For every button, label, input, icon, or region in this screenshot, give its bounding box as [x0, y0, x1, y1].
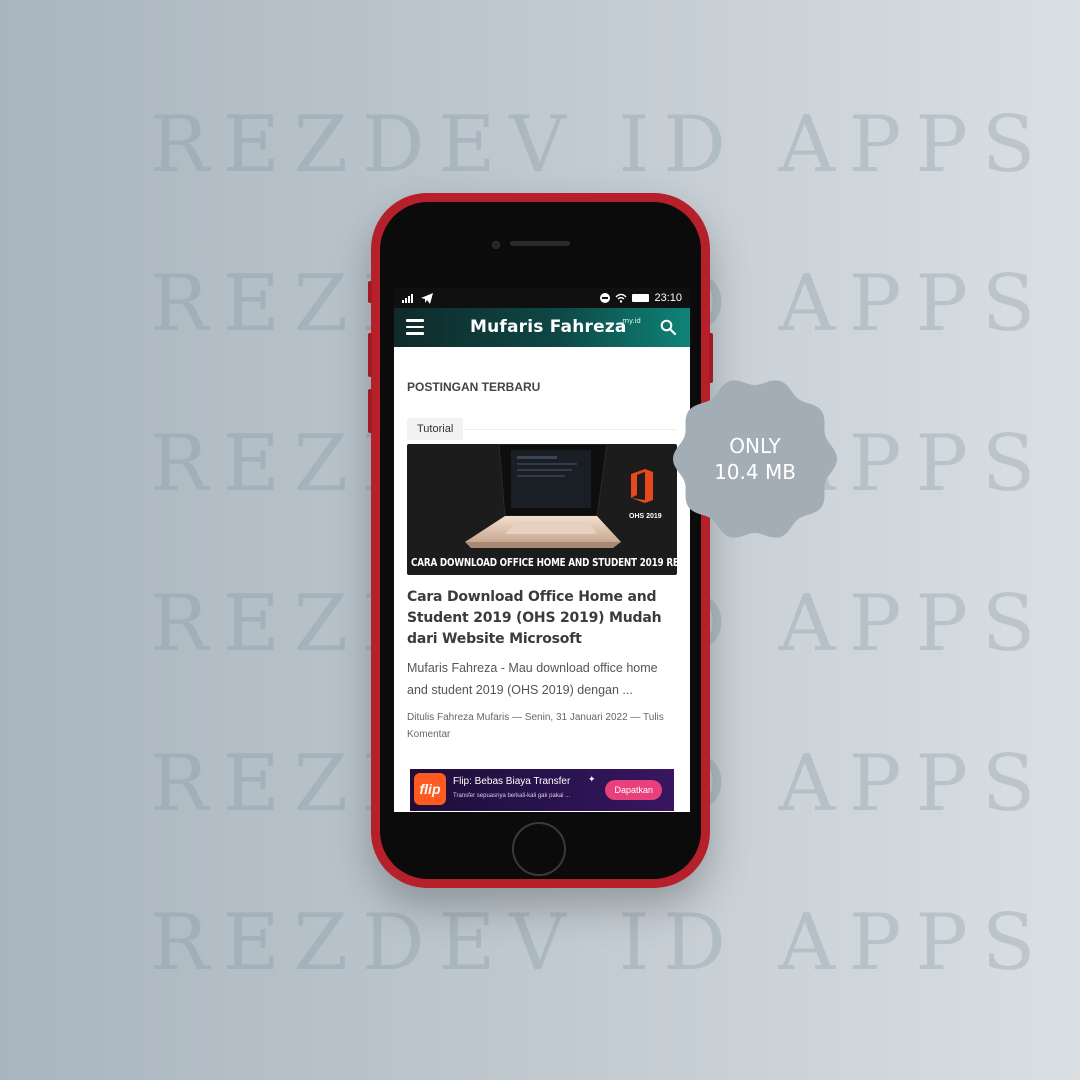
- wifi-icon: [616, 293, 627, 303]
- thumbnail-badge: OHS 2019: [629, 513, 662, 520]
- ad-subtitle: Transfer sepuasnya berkali-kali gak paka…: [453, 793, 571, 799]
- badge-line-2: 10.4 MB: [714, 460, 796, 484]
- phone-screen: 23:10 Mufaris Fahreza .my.id POSTINGAN T…: [394, 288, 690, 812]
- status-bar: 23:10: [394, 288, 690, 308]
- front-camera: [492, 241, 500, 249]
- volume-up-button: [368, 333, 372, 377]
- home-button[interactable]: [512, 822, 566, 876]
- ad-title: Flip: Bebas Biaya Transfer: [453, 776, 571, 787]
- post-excerpt: Mufaris Fahreza - Mau download office ho…: [407, 661, 658, 697]
- category-tag[interactable]: Tutorial: [407, 418, 464, 440]
- dnd-icon: [600, 293, 611, 303]
- earpiece-speaker: [510, 241, 570, 246]
- brand-suffix: .my.id: [620, 317, 641, 325]
- status-time: 23:10: [654, 292, 682, 304]
- ad-cta-button[interactable]: Dapatkan: [605, 780, 662, 800]
- app-header: Mufaris Fahreza .my.id: [394, 308, 690, 347]
- size-badge: ONLY 10.4 MB: [673, 433, 837, 485]
- section-title: POSTINGAN TERBARU: [407, 380, 541, 394]
- ad-banner[interactable]: flip Flip: Bebas Biaya Transfer Transfer…: [410, 769, 674, 811]
- phone-mockup: 23:10 Mufaris Fahreza .my.id POSTINGAN T…: [368, 193, 713, 888]
- phone-bezel: 23:10 Mufaris Fahreza .my.id POSTINGAN T…: [380, 202, 701, 879]
- post-meta: Ditulis Fahreza Mufaris — Senin, 31 Janu…: [407, 712, 664, 740]
- site-brand[interactable]: Mufaris Fahreza: [470, 317, 627, 337]
- badge-line-1: ONLY: [729, 434, 781, 458]
- sparkle-icon: ✦: [588, 775, 596, 785]
- office-logo-icon: [631, 469, 653, 503]
- main-content: POSTINGAN TERBARU Tutorial OHS 2019 CARA…: [394, 380, 690, 811]
- thumbnail-caption: CARA DOWNLOAD OFFICE HOME AND STUDENT 20…: [411, 557, 677, 569]
- power-button: [709, 333, 713, 383]
- watermark-line: REZDEV ID APPS: [150, 898, 1050, 988]
- flip-logo-icon: flip: [414, 773, 446, 805]
- mute-switch: [368, 281, 372, 303]
- post-title[interactable]: Cara Download Office Home and Student 20…: [407, 587, 677, 650]
- divider: [463, 428, 677, 430]
- post-thumbnail[interactable]: OHS 2019 CARA DOWNLOAD OFFICE HOME AND S…: [407, 444, 677, 575]
- volume-down-button: [368, 389, 372, 433]
- menu-icon[interactable]: [406, 319, 424, 335]
- signal-icon: [402, 294, 413, 303]
- laptop-illustration: [465, 444, 621, 548]
- search-icon[interactable]: [660, 319, 676, 335]
- telegram-icon: [421, 292, 433, 304]
- battery-icon: [632, 294, 650, 302]
- tag-row: Tutorial: [407, 418, 677, 440]
- watermark-line: REZDEV ID APPS: [150, 100, 1050, 190]
